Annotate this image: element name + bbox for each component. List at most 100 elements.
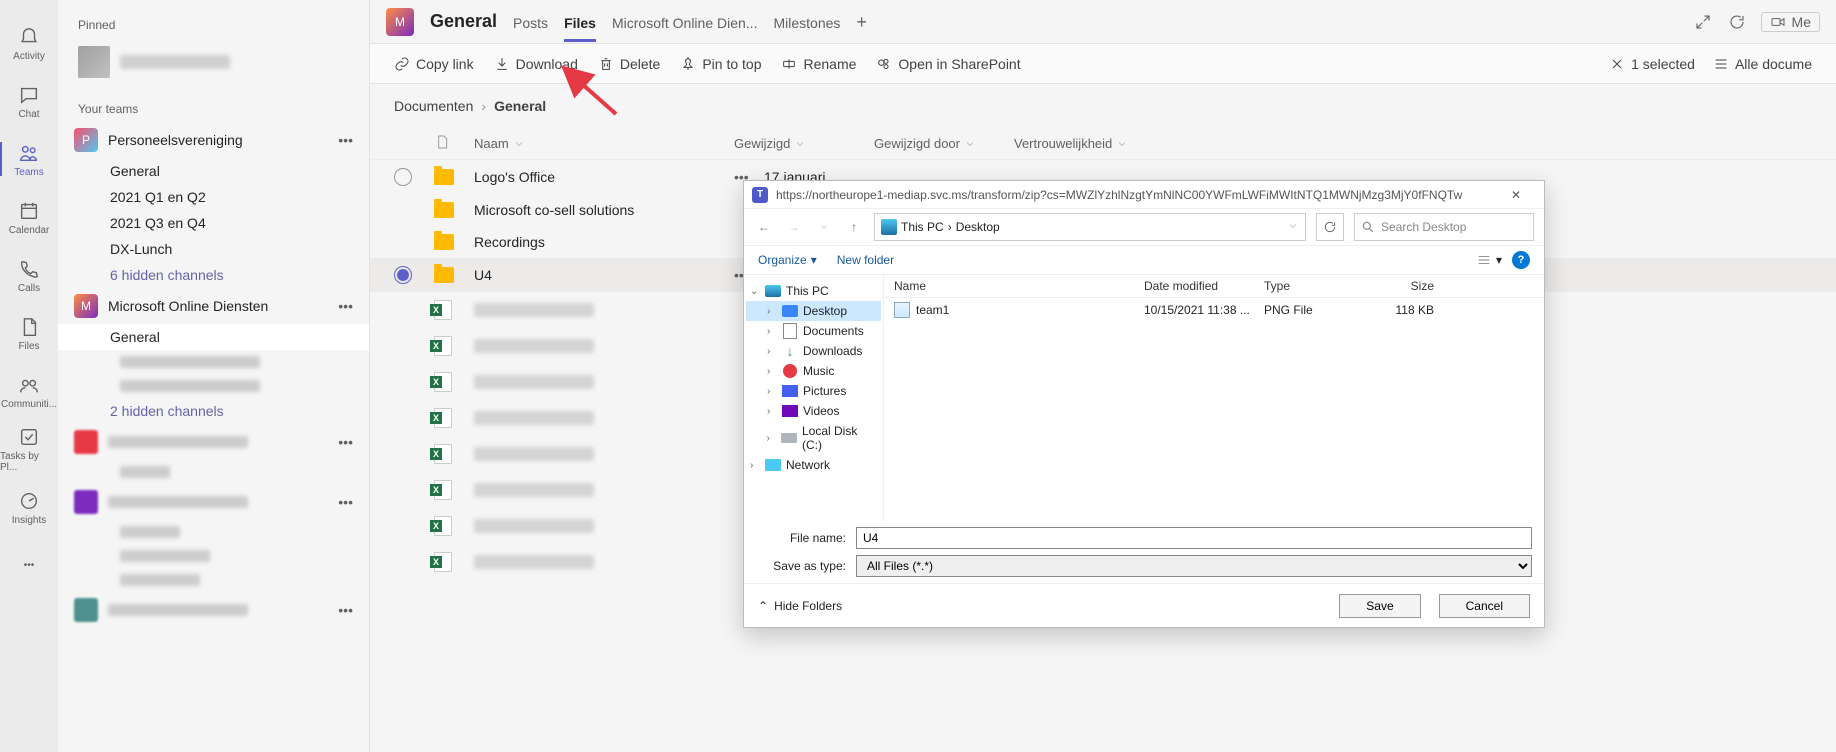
hide-folders-button[interactable]: ⌃Hide Folders [758,599,842,613]
tab-msod[interactable]: Microsoft Online Dien... [612,15,758,41]
tab-milestones[interactable]: Milestones [773,15,840,41]
rail-insights[interactable]: Insights [0,482,58,532]
rail-activity[interactable]: Activity [0,18,58,68]
folder-tree[interactable]: ⌄This PC›Desktop›Documents›↓Downloads›Mu… [744,275,884,521]
cmd-delete[interactable]: Delete [598,56,660,72]
selection-count[interactable]: 1 selected [1609,56,1695,72]
more-icon[interactable]: ••• [338,494,353,510]
recent-dropdown-icon[interactable] [814,217,834,237]
up-button[interactable]: ↑ [844,217,864,237]
team-avatar-icon: M [74,294,98,318]
organize-button[interactable]: Organize ▾ [758,253,817,267]
tree-item-downloads[interactable]: ›↓Downloads [746,341,881,361]
tab-posts[interactable]: Posts [513,15,548,41]
new-folder-button[interactable]: New folder [837,253,894,267]
rail-tasks[interactable]: Tasks by Pl... [0,424,58,474]
tree-item-videos[interactable]: ›Videos [746,401,881,421]
search-box[interactable]: Search Desktop [1354,213,1534,241]
chevron-down-icon[interactable] [1287,220,1299,235]
save-button[interactable]: Save [1339,594,1420,618]
help-button[interactable]: ? [1512,251,1530,269]
more-icon[interactable]: ••• [338,132,353,148]
breadcrumb-current: General [494,98,546,114]
refresh-button[interactable] [1316,213,1344,241]
rail-chat[interactable]: Chat [0,76,58,126]
cancel-button[interactable]: Cancel [1439,594,1530,618]
refresh-icon[interactable] [1727,12,1747,32]
expand-icon[interactable] [1693,12,1713,32]
cmd-pin[interactable]: Pin to top [680,56,761,72]
close-button[interactable]: ✕ [1496,188,1536,202]
back-button[interactable]: ← [754,217,774,237]
view-options-button[interactable]: ▾ [1476,252,1502,268]
channel-general-1[interactable]: General [58,158,369,184]
rail-calls[interactable]: Calls [0,250,58,300]
pinned-item[interactable] [58,38,369,86]
address-bar[interactable]: This PC › Desktop [874,213,1306,241]
tree-item-documents[interactable]: ›Documents [746,321,881,341]
list-col-date[interactable]: Date modified [1144,279,1264,293]
filename-input[interactable] [856,527,1532,549]
excel-icon [434,336,452,356]
more-icon[interactable]: ••• [338,602,353,618]
redacted-team[interactable]: ••• [58,484,369,520]
view-selector[interactable]: Alle docume [1713,56,1812,72]
list-col-type[interactable]: Type [1264,279,1354,293]
chevron-icon[interactable]: › [767,326,777,337]
tree-item-this-pc[interactable]: ⌄This PC [746,281,881,301]
chevron-icon[interactable]: › [767,306,777,317]
cmd-copy-link[interactable]: Copy link [394,56,474,72]
tree-item-music[interactable]: ›Music [746,361,881,381]
more-icon[interactable]: ••• [338,434,353,450]
chevron-icon[interactable]: ⌄ [750,286,760,297]
rail-more[interactable]: ••• [0,540,58,590]
cmd-download[interactable]: Download [494,56,578,72]
chevron-icon[interactable]: › [750,460,760,471]
dialog-titlebar[interactable]: T https://northeurope1-mediap.svc.ms/tra… [744,181,1544,209]
tree-item-desktop[interactable]: ›Desktop [746,301,881,321]
breadcrumb-root[interactable]: Documenten [394,98,473,114]
cmd-open-sharepoint[interactable]: Open in SharePoint [876,56,1020,72]
rail-calendar[interactable]: Calendar [0,192,58,242]
tab-files[interactable]: Files [564,15,596,41]
team-item-personeelsvereniging[interactable]: P Personeelsvereniging ••• [58,122,369,158]
tree-item-network[interactable]: ›Network [746,455,881,475]
hidden-channels-link-1[interactable]: 6 hidden channels [58,262,369,288]
channel-2021q3q4[interactable]: 2021 Q3 en Q4 [58,210,369,236]
more-icon[interactable]: ••• [338,298,353,314]
forward-button[interactable]: → [784,217,804,237]
col-header-confidentiality[interactable]: Vertrouwelijkheid [1014,136,1174,151]
col-header-modified[interactable]: Gewijzigd [734,136,874,151]
tree-item-local-disk-c-[interactable]: ›Local Disk (C:) [746,421,881,455]
row-select-radio[interactable] [394,168,412,186]
cmd-rename[interactable]: Rename [781,56,856,72]
rail-communities[interactable]: Communiti... [0,366,58,416]
col-header-modifiedby[interactable]: Gewijzigd door [874,136,1014,151]
team-item-msod[interactable]: M Microsoft Online Diensten ••• [58,288,369,324]
rail-files[interactable]: Files [0,308,58,358]
tree-item-pictures[interactable]: ›Pictures [746,381,881,401]
channel-dxlunch[interactable]: DX-Lunch [58,236,369,262]
list-col-size[interactable]: Size [1354,279,1434,293]
redacted-team[interactable]: ••• [58,592,369,628]
list-col-name[interactable]: Name [894,279,1144,293]
chevron-icon[interactable]: › [767,366,777,377]
rail-teams[interactable]: Teams [0,134,58,184]
meet-button[interactable]: Me [1761,12,1820,32]
list-item[interactable]: team110/15/2021 11:38 ...PNG File118 KB [884,298,1544,322]
tab-add[interactable]: + [856,12,867,43]
file-list-pane[interactable]: Name Date modified Type Size team110/15/… [884,275,1544,521]
redacted-team[interactable]: ••• [58,424,369,460]
channel-2021q1q2[interactable]: 2021 Q1 en Q2 [58,184,369,210]
chevron-icon[interactable]: › [767,406,777,417]
chevron-icon[interactable]: › [767,346,777,357]
address-folder[interactable]: Desktop [956,220,1000,234]
chevron-icon[interactable]: › [767,386,777,397]
address-root[interactable]: This PC [901,220,944,234]
hidden-channels-link-2[interactable]: 2 hidden channels [58,398,369,424]
channel-general-2[interactable]: General [58,324,369,350]
col-header-name[interactable]: Naam [474,136,734,151]
chevron-icon[interactable]: › [766,433,776,444]
saveas-select[interactable]: All Files (*.*) [856,555,1532,577]
row-select-radio[interactable] [394,266,412,284]
